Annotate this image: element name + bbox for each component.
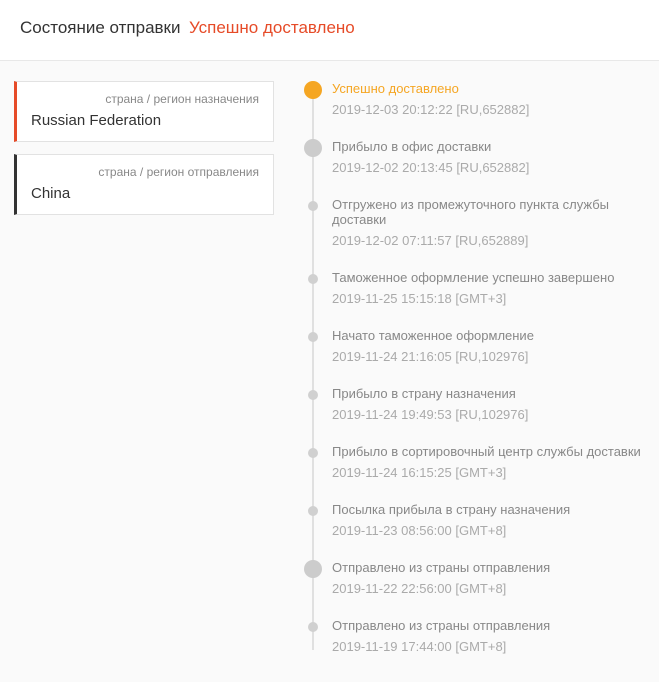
event-time: 2019-12-02 07:11:57 [RU,652889] [332, 233, 649, 248]
event-title: Успешно доставлено [332, 81, 649, 96]
status-label: Состояние отправки [20, 18, 181, 37]
timeline-event: Отправлено из страны отправления 2019-11-… [332, 560, 649, 618]
timeline-event: Прибыло в офис доставки 2019-12-02 20:13:… [332, 139, 649, 197]
timeline-dot-icon [308, 506, 318, 516]
destination-value: Russian Federation [31, 112, 259, 129]
event-title: Посылка прибыла в страну назначения [332, 502, 649, 517]
country-panel: страна / регион назначения Russian Feder… [14, 81, 274, 660]
event-time: 2019-12-02 20:13:45 [RU,652882] [332, 160, 649, 175]
status-header: Состояние отправки Успешно доставлено [0, 0, 659, 61]
origin-label: страна / регион отправления [31, 165, 259, 179]
timeline-event: Отгружено из промежуточного пункта служб… [332, 197, 649, 270]
timeline-panel: Успешно доставлено 2019-12-03 20:12:22 [R… [274, 81, 649, 660]
timeline-event: Начато таможенное оформление 2019-11-24 2… [332, 328, 649, 386]
event-title: Прибыло в страну назначения [332, 386, 649, 401]
content-area: страна / регион назначения Russian Feder… [0, 61, 659, 670]
event-title: Отгружено из промежуточного пункта служб… [332, 197, 649, 227]
event-title: Отправлено из страны отправления [332, 560, 649, 575]
event-title: Прибыло в офис доставки [332, 139, 649, 154]
origin-box: страна / регион отправления China [14, 154, 274, 215]
timeline-dot-icon [308, 201, 318, 211]
timeline-event: Успешно доставлено 2019-12-03 20:12:22 [R… [332, 81, 649, 139]
timeline-event: Прибыло в сортировочный центр службы дос… [332, 444, 649, 502]
event-title: Отправлено из страны отправления [332, 618, 649, 633]
timeline-event: Посылка прибыла в страну назначения 2019-… [332, 502, 649, 560]
event-time: 2019-11-24 21:16:05 [RU,102976] [332, 349, 649, 364]
timeline-dot-icon [308, 274, 318, 284]
timeline-dot-icon [308, 332, 318, 342]
timeline-dot-icon [304, 560, 322, 578]
origin-value: China [31, 185, 259, 202]
event-title: Прибыло в сортировочный центр службы дос… [332, 444, 649, 459]
event-title: Таможенное оформление успешно завершено [332, 270, 649, 285]
event-title: Начато таможенное оформление [332, 328, 649, 343]
timeline-event: Таможенное оформление успешно завершено 2… [332, 270, 649, 328]
timeline-dot-icon [308, 390, 318, 400]
timeline-dot-icon [308, 622, 318, 632]
timeline-dot-icon [304, 139, 322, 157]
destination-label: страна / регион назначения [31, 92, 259, 106]
timeline-event: Прибыло в страну назначения 2019-11-24 19… [332, 386, 649, 444]
timeline: Успешно доставлено 2019-12-03 20:12:22 [R… [304, 81, 649, 660]
event-time: 2019-12-03 20:12:22 [RU,652882] [332, 102, 649, 117]
event-time: 2019-11-24 19:49:53 [RU,102976] [332, 407, 649, 422]
event-time: 2019-11-25 15:15:18 [GMT+3] [332, 291, 649, 306]
timeline-dot-icon [304, 81, 322, 99]
event-time: 2019-11-24 16:15:25 [GMT+3] [332, 465, 649, 480]
timeline-event: Отправлено из страны отправления 2019-11-… [332, 618, 649, 660]
destination-box: страна / регион назначения Russian Feder… [14, 81, 274, 142]
event-time: 2019-11-23 08:56:00 [GMT+8] [332, 523, 649, 538]
event-time: 2019-11-19 17:44:00 [GMT+8] [332, 639, 649, 654]
event-time: 2019-11-22 22:56:00 [GMT+8] [332, 581, 649, 596]
timeline-dot-icon [308, 448, 318, 458]
status-value: Успешно доставлено [189, 18, 355, 37]
